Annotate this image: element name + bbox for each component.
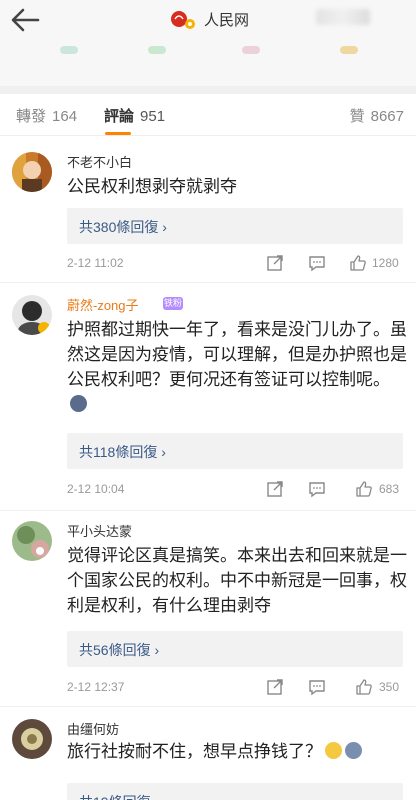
avatar[interactable]: [12, 152, 52, 192]
thumbs-up-icon[interactable]: [349, 254, 367, 272]
comment-date: 2-12 12:37: [67, 680, 125, 694]
tab-comments-label: 評論: [104, 108, 135, 125]
avatar[interactable]: [12, 719, 52, 759]
comment-text: 觉得评论区真是搞笑。本来出去和回来就是一个国家公民的权利。中不中新冠是一回事，权…: [67, 546, 407, 615]
comment-text: 护照都过期快一年了，看来是没门儿办了。虽然这是因为疫情，可以理解，但是办护照也是…: [67, 317, 407, 417]
emoji-icon: [325, 742, 342, 759]
emoji-icon: [70, 395, 87, 412]
replies-link[interactable]: 共118條回復 ›: [67, 433, 403, 469]
account-title[interactable]: 人民网: [170, 6, 249, 32]
reply-icon[interactable]: [308, 678, 326, 696]
tab-bar: 轉發 164 評論 951 贊 8667: [0, 94, 416, 136]
avatar[interactable]: [12, 295, 52, 335]
post-actions-row: [0, 42, 416, 86]
back-arrow-icon[interactable]: [8, 6, 42, 34]
like-count: 1280: [372, 256, 399, 270]
tab-comments[interactable]: 評論 951: [104, 105, 165, 126]
comment-separator: [0, 282, 416, 283]
replies-link[interactable]: 共19條回復 ›: [67, 783, 403, 800]
replies-label: 共380條回復 ›: [79, 219, 167, 235]
active-tab-indicator: [105, 132, 131, 135]
section-divider: [0, 86, 416, 94]
avatar[interactable]: [12, 521, 52, 561]
comment-text-content: 旅行社按耐不住，想早点挣钱了？: [67, 742, 322, 761]
comment-text: 公民权利想剥夺就剥夺: [67, 177, 237, 196]
like-count: 683: [379, 482, 400, 496]
like-action-icon[interactable]: [242, 46, 260, 54]
people-daily-logo-icon: [170, 8, 196, 30]
reply-icon[interactable]: [308, 254, 326, 272]
tab-reposts-label: 轉發: [16, 108, 47, 125]
tab-reposts[interactable]: 轉發 164: [16, 105, 77, 126]
top-bar: 人民网: [0, 0, 416, 42]
tab-comments-count: 951: [140, 108, 166, 125]
thumbs-up-icon[interactable]: [355, 678, 373, 696]
reply-icon[interactable]: [308, 480, 326, 498]
like-count: 350: [379, 680, 400, 694]
fan-badge: 铁粉: [163, 297, 183, 310]
comment-separator: [0, 706, 416, 707]
replies-link[interactable]: 共380條回復 ›: [67, 208, 403, 244]
tab-likes-label: 贊: [349, 108, 365, 125]
page-title: 人民网: [204, 11, 250, 29]
replies-label: 共118條回復 ›: [79, 444, 166, 460]
repost-action-icon[interactable]: [60, 46, 78, 54]
tab-reposts-count: 164: [52, 108, 78, 125]
forward-icon[interactable]: [266, 678, 284, 696]
forward-icon[interactable]: [266, 480, 284, 498]
thumbs-up-icon[interactable]: [355, 480, 373, 498]
comment-username[interactable]: 不老不小白: [67, 152, 132, 171]
comment-date: 2-12 10:04: [67, 482, 125, 496]
comment-action-icon[interactable]: [148, 46, 166, 54]
comment-username[interactable]: 蔚然-zong子: [67, 295, 139, 314]
replies-label: 共56條回復 ›: [79, 642, 160, 658]
comment-username[interactable]: 由缰何妨: [67, 719, 119, 738]
comment-text-content: 护照都过期快一年了，看来是没门儿办了。虽然这是因为疫情，可以理解，但是办护照也是…: [67, 320, 407, 389]
share-action-icon[interactable]: [340, 46, 358, 54]
comment-separator: [0, 510, 416, 511]
tab-likes[interactable]: 贊 8667: [350, 105, 404, 126]
comment-username[interactable]: 平小头达蒙: [67, 521, 132, 540]
forward-icon[interactable]: [266, 254, 284, 272]
comment-date: 2-12 11:02: [67, 256, 124, 270]
replies-label: 共19條回復 ›: [79, 792, 159, 800]
blurred-header-content: [316, 9, 370, 25]
emoji-icon: [345, 742, 362, 759]
replies-link[interactable]: 共56條回復 ›: [67, 631, 403, 667]
tab-likes-count: 8667: [370, 108, 404, 125]
comment-text: 旅行社按耐不住，想早点挣钱了？: [67, 739, 407, 764]
